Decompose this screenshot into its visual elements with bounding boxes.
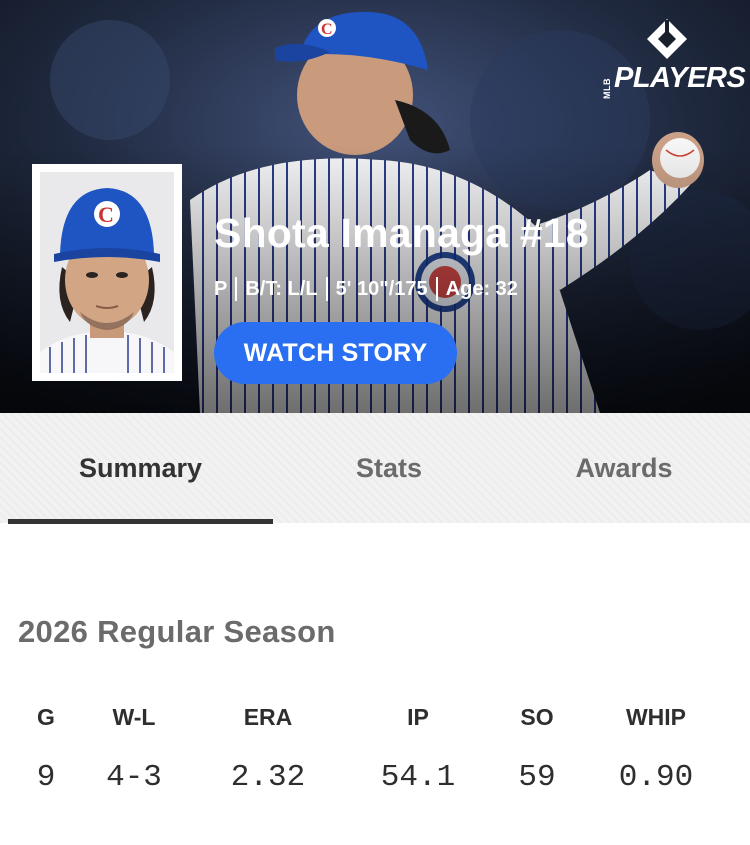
- info-divider: [435, 277, 438, 301]
- stat-value: 2.32: [230, 760, 306, 795]
- stat-value: 4-3: [106, 760, 162, 795]
- stat-strikeouts: SO 59: [477, 700, 597, 796]
- player-headshot: C: [32, 164, 182, 381]
- stat-era: ERA 2.32: [208, 700, 328, 796]
- player-name: Shota Imanaga #18: [214, 210, 589, 256]
- player-age: Age: 32: [445, 277, 518, 300]
- player-height-weight: 5' 10"/175: [335, 277, 428, 300]
- stat-label: WHIP: [625, 704, 687, 730]
- info-divider: [235, 277, 238, 301]
- stat-label: SO: [520, 704, 554, 730]
- stat-whip: WHIP 0.90: [596, 700, 716, 796]
- player-bats-throws: B/T: L/L: [245, 277, 318, 300]
- watch-story-button[interactable]: WATCH STORY: [214, 322, 457, 384]
- mlb-players-logo[interactable]: MLB PLAYERS: [600, 18, 746, 99]
- player-info-line: P B/T: L/L 5' 10"/175 Age: 32: [214, 276, 518, 302]
- svg-text:C: C: [98, 202, 114, 227]
- season-title: 2026 Regular Season: [18, 614, 336, 649]
- info-divider: [325, 277, 328, 301]
- logo-players-label: PLAYERS: [614, 62, 746, 94]
- player-position: P: [214, 277, 228, 300]
- diamond-logo-icon: [647, 19, 687, 59]
- tab-stats[interactable]: Stats: [280, 413, 498, 523]
- stat-label: IP: [407, 704, 429, 730]
- player-hero-banner: C MLB PLAYERS: [0, 0, 750, 413]
- tab-awards[interactable]: Awards: [505, 413, 743, 523]
- stat-innings-pitched: IP 54.1: [358, 700, 478, 796]
- stat-win-loss: W-L 4-3: [74, 700, 194, 796]
- stat-label: ERA: [243, 704, 293, 730]
- profile-tab-bar: Summary Stats Awards: [0, 413, 750, 524]
- stat-value: 0.90: [618, 760, 694, 795]
- headshot-photo: C: [40, 172, 174, 373]
- stat-value: 54.1: [380, 760, 456, 795]
- stat-value: 59: [518, 760, 556, 795]
- active-tab-indicator: [8, 519, 273, 524]
- tab-summary[interactable]: Summary: [8, 413, 273, 523]
- stat-label: W-L: [112, 704, 156, 730]
